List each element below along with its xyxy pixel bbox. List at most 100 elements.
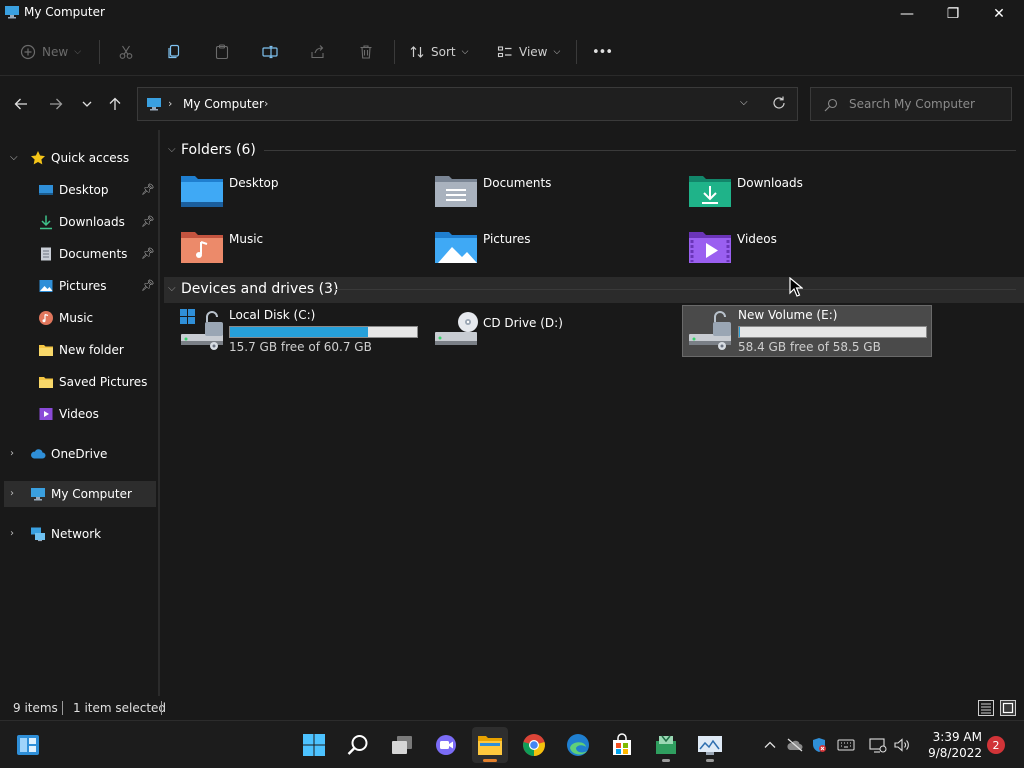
arrow-left-icon — [14, 98, 27, 110]
folder-name: Videos — [737, 232, 777, 246]
clock-date: 9/8/2022 — [928, 746, 982, 760]
security-shield-icon[interactable] — [809, 735, 829, 755]
chevron-right-icon[interactable]: › — [10, 488, 14, 499]
search-box[interactable] — [810, 87, 1012, 121]
teams-chat-button[interactable] — [428, 727, 464, 763]
notification-badge[interactable]: 2 — [987, 736, 1005, 754]
chevron-right-icon[interactable]: › — [264, 97, 268, 110]
group-header-devices[interactable]: ⌵ Devices and drives (3) — [164, 277, 1024, 303]
documents-folder-icon — [435, 176, 477, 207]
music-folder-icon — [181, 232, 223, 263]
sidebar-item-network[interactable]: › Network — [4, 521, 156, 547]
arrow-up-icon — [109, 97, 121, 110]
chevron-right-icon[interactable]: › — [10, 448, 14, 459]
sidebar-item-my-computer[interactable]: › My Computer — [4, 481, 156, 507]
new-button[interactable]: New ⌵ — [20, 40, 81, 64]
group-title: Folders (6) — [181, 142, 256, 158]
drive-tile-c[interactable]: Local Disk (C:) 15.7 GB free of 60.7 GB — [180, 306, 430, 358]
chrome-icon — [523, 734, 545, 756]
edge-button[interactable] — [560, 727, 596, 763]
command-bar: New ⌵ Sort ⌵ View ⌵ ••• — [0, 28, 1024, 76]
task-view-button[interactable] — [384, 727, 420, 763]
chevron-right-icon[interactable]: › — [10, 528, 14, 539]
store-button[interactable] — [604, 727, 640, 763]
sidebar-item-new-folder[interactable]: New folder — [4, 337, 156, 363]
pin-icon[interactable]: 📌︎ — [141, 183, 155, 196]
sidebar-item-onedrive[interactable]: › OneDrive — [4, 441, 156, 467]
sidebar-item-downloads[interactable]: Downloads 📌︎ — [4, 209, 156, 235]
chevron-down-icon — [82, 101, 92, 107]
arrow-right-icon — [50, 98, 63, 110]
up-button[interactable] — [103, 92, 127, 116]
app-button-2[interactable] — [692, 727, 728, 763]
folder-tile-pictures[interactable]: Pictures — [432, 226, 682, 276]
paste-button[interactable] — [214, 40, 230, 64]
pin-icon[interactable]: 📌︎ — [141, 215, 155, 228]
clock-time: 3:39 AM — [932, 730, 982, 744]
forward-button[interactable] — [44, 92, 68, 116]
sidebar-item-pictures[interactable]: Pictures 📌︎ — [4, 273, 156, 299]
view-button[interactable]: View ⌵ — [497, 40, 560, 64]
refresh-icon[interactable] — [771, 95, 787, 111]
recent-locations-button[interactable] — [75, 92, 99, 116]
computer-icon — [147, 98, 161, 111]
group-header-folders[interactable]: ⌵ Folders (6) — [164, 138, 1020, 164]
volume-icon[interactable] — [892, 735, 912, 755]
start-button[interactable] — [296, 727, 332, 763]
group-title: Devices and drives (3) — [181, 281, 339, 297]
address-dropdown-icon[interactable]: ⌵ — [740, 97, 748, 108]
search-taskbar-button[interactable] — [340, 727, 376, 763]
search-input[interactable] — [849, 95, 1005, 113]
cloud-icon — [31, 449, 46, 459]
pin-icon[interactable]: 📌︎ — [141, 279, 155, 292]
sidebar-item-music[interactable]: Music — [4, 305, 156, 331]
maximize-button[interactable]: ❐ — [930, 0, 976, 28]
new-label: New — [42, 45, 69, 59]
folder-tile-downloads[interactable]: Downloads — [686, 170, 936, 220]
address-bar[interactable]: › My Computer › ⌵ — [137, 87, 798, 121]
chevron-down-icon[interactable]: ⌵ — [168, 144, 176, 155]
drive-tile-d[interactable]: CD Drive (D:) — [434, 306, 684, 358]
chrome-button[interactable] — [516, 727, 552, 763]
cloud-offline-icon[interactable] — [785, 735, 805, 755]
file-explorer-taskbar-button[interactable] — [472, 727, 508, 763]
close-button[interactable]: ✕ — [976, 0, 1022, 28]
tiles-view-icon[interactable] — [1000, 700, 1016, 716]
app-button-1[interactable] — [648, 727, 684, 763]
folder-tile-videos[interactable]: Videos — [686, 226, 936, 276]
folder-tile-documents[interactable]: Documents — [432, 170, 682, 220]
folder-icon — [478, 736, 502, 755]
chevron-down-icon[interactable]: ⌵ — [168, 283, 176, 294]
network-status-icon[interactable] — [868, 735, 888, 755]
active-indicator — [483, 759, 497, 762]
drive-tile-e[interactable]: New Volume (E:) 58.4 GB free of 58.5 GB — [682, 305, 932, 357]
delete-button[interactable] — [358, 40, 374, 64]
minimize-button[interactable]: — — [884, 0, 930, 28]
widgets-icon — [17, 735, 39, 755]
chevron-right-icon[interactable]: › — [168, 97, 172, 110]
back-button[interactable] — [9, 92, 33, 116]
cut-button[interactable] — [118, 40, 134, 64]
chevron-down-icon: ⌵ — [461, 47, 469, 57]
details-view-icon[interactable] — [978, 700, 994, 716]
share-button[interactable] — [310, 40, 326, 64]
sidebar-item-documents[interactable]: Documents 📌︎ — [4, 241, 156, 267]
widgets-button[interactable] — [10, 727, 46, 763]
more-options-button[interactable]: ••• — [592, 40, 613, 64]
sidebar-item-quick-access[interactable]: ⌵ Quick access — [4, 145, 156, 171]
sort-button[interactable]: Sort ⌵ — [409, 40, 468, 64]
keyboard-icon[interactable] — [836, 735, 856, 755]
sidebar-item-videos[interactable]: Videos — [4, 401, 156, 427]
folder-tile-desktop[interactable]: Desktop — [178, 170, 428, 220]
sidebar-item-saved-pictures[interactable]: Saved Pictures — [4, 369, 156, 395]
sidebar-item-label: Music — [59, 311, 94, 325]
copy-button[interactable] — [166, 40, 182, 64]
breadcrumb-my-computer[interactable]: My Computer — [183, 97, 264, 111]
folder-tile-music[interactable]: Music — [178, 226, 428, 276]
chevron-up-icon[interactable] — [760, 735, 780, 755]
clock[interactable]: 3:39 AM 9/8/2022 — [920, 729, 982, 761]
sidebar-item-desktop[interactable]: Desktop 📌︎ — [4, 177, 156, 203]
chevron-down-icon[interactable]: ⌵ — [10, 152, 18, 163]
pin-icon[interactable]: 📌︎ — [141, 247, 155, 260]
rename-button[interactable] — [262, 40, 278, 64]
